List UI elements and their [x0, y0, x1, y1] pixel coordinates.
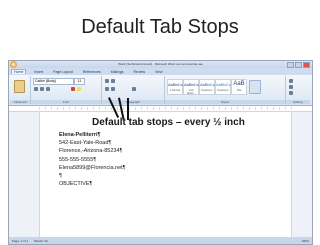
- style-sample: AaBbCc: [216, 82, 231, 87]
- style-heading-1[interactable]: AaBbCc Heading 1: [199, 79, 215, 95]
- tab-view[interactable]: View: [153, 70, 165, 74]
- close-button[interactable]: [303, 62, 310, 68]
- document-area: [9, 112, 312, 244]
- maximize-button[interactable]: [295, 62, 302, 68]
- replace-icon[interactable]: [289, 85, 293, 89]
- change-styles-icon[interactable]: [249, 80, 261, 94]
- slide-title: Default Tab Stops: [81, 16, 239, 38]
- editing-group-label: Editing: [286, 100, 310, 104]
- window-controls: [287, 62, 310, 68]
- document-text[interactable]: Elena-Pelliterri¶ 542-East-Yale-Road¶ Fl…: [59, 131, 126, 188]
- font-group-label: Font: [31, 100, 101, 104]
- tab-page-layout[interactable]: Page Layout: [51, 70, 75, 74]
- word-count[interactable]: Words: 94: [34, 239, 48, 243]
- page-count[interactable]: Page: 1 of 1: [12, 239, 28, 243]
- doc-line: Florence,-Arizona-85234¶: [59, 148, 123, 155]
- ruler-ticks: [39, 107, 292, 110]
- tab-insert[interactable]: Insert: [32, 70, 45, 74]
- font-group: Calibri (Body) 11 Font: [31, 76, 102, 104]
- style-name: Title: [236, 89, 242, 92]
- tab-stops-callout: Default tab stops – every ½ inch: [92, 117, 245, 128]
- tab-review[interactable]: Review: [132, 70, 147, 74]
- editing-group: Editing: [286, 76, 310, 104]
- tab-home[interactable]: Home: [11, 69, 27, 74]
- italic-icon[interactable]: [40, 87, 44, 91]
- doc-line: 555-555-5555¶: [59, 156, 97, 163]
- zoom-level[interactable]: 100%: [301, 239, 309, 243]
- status-bar: Page: 1 of 1 Words: 94 100%: [9, 237, 312, 244]
- style-name: 1 No Spaci...: [186, 89, 196, 95]
- font-name-select[interactable]: Calibri (Body): [33, 78, 74, 85]
- style-normal[interactable]: AaBbCcDc 1 Normal: [167, 79, 188, 95]
- styles-group: AaBbCcDc 1 Normal AaBbCcDc 1 No Spaci... A…: [165, 76, 286, 104]
- paste-icon[interactable]: [14, 80, 25, 93]
- align-center-icon[interactable]: [111, 87, 115, 91]
- font-size-select[interactable]: 11: [74, 78, 85, 85]
- minimize-button[interactable]: [287, 62, 294, 68]
- ribbon: Clipboard Calibri (Body) 11 Font Paragra…: [9, 75, 312, 106]
- style-name: 1 Normal: [169, 89, 181, 92]
- doc-line: ¶: [59, 173, 62, 180]
- style-sample: AaB: [233, 81, 245, 87]
- paragraph-mark-icon[interactable]: [132, 87, 136, 91]
- style-name: Heading 1: [201, 89, 213, 92]
- word-window-screenshot: Word (Technical Account) - Microsoft Wor…: [8, 60, 313, 245]
- window-title: Word (Technical Account) - Microsoft Wor…: [118, 62, 203, 66]
- find-icon[interactable]: [289, 79, 293, 83]
- clipboard-group: Clipboard: [10, 76, 31, 104]
- bullets-icon[interactable]: [105, 79, 109, 83]
- tab-mailings[interactable]: Mailings: [109, 70, 126, 74]
- title-bar: Word (Technical Account) - Microsoft Wor…: [9, 61, 312, 68]
- numbering-icon[interactable]: [111, 79, 115, 83]
- font-color-icon[interactable]: [71, 87, 75, 91]
- underline-icon[interactable]: [46, 87, 50, 91]
- doc-line: Elena-Pelliterri¶: [59, 132, 101, 138]
- clipboard-group-label: Clipboard: [10, 100, 30, 104]
- style-sample: AaBbCc: [200, 82, 215, 87]
- doc-line: OBJECTIVE¶: [59, 181, 93, 188]
- style-heading-2[interactable]: AaBbCc Heading 2: [215, 79, 231, 95]
- style-name: Heading 2: [217, 89, 229, 92]
- tab-references[interactable]: References: [81, 70, 103, 74]
- style-no-spacing[interactable]: AaBbCcDc 1 No Spaci...: [183, 79, 204, 95]
- select-icon[interactable]: [289, 91, 293, 95]
- styles-group-label: Styles: [165, 100, 285, 104]
- ribbon-tabs: Home Insert Page Layout References Maili…: [9, 68, 312, 75]
- bold-icon[interactable]: [34, 87, 38, 91]
- highlight-icon[interactable]: [77, 87, 81, 91]
- align-left-icon[interactable]: [105, 87, 109, 91]
- doc-line: 542-East-Yale-Road¶: [59, 140, 112, 147]
- style-title[interactable]: AaB Title: [231, 79, 247, 95]
- doc-line: Elena5899@Florencia.net¶: [59, 164, 126, 171]
